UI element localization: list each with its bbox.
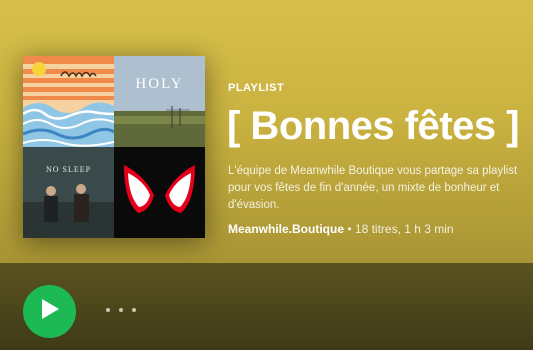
playlist-stats: 18 titres, 1 h 3 min: [354, 222, 454, 236]
playlist-title: [ Bonnes fêtes ]: [227, 104, 520, 148]
spider-mask-album-art: [114, 147, 205, 238]
meta-separator: •: [344, 222, 355, 236]
action-bar-background: [0, 263, 533, 350]
playlist-description: L'équipe de Meanwhile Boutique vous part…: [228, 165, 518, 211]
no-sleep-album-title: NO SLEEP: [45, 165, 92, 174]
holy-album-art: HOLY: [114, 56, 205, 147]
sunset-waves-art: [23, 56, 114, 147]
no-sleep-album-art: NO SLEEP: [23, 147, 114, 238]
play-icon: [40, 298, 60, 325]
playlist-cover-mosaic: HOLY NO SLEEP: [23, 56, 205, 238]
more-options-icon-dot: [119, 308, 123, 312]
playlist-meta: Meanwhile.Boutique • 18 titres, 1 h 3 mi…: [228, 222, 454, 236]
owner-link[interactable]: Meanwhile.Boutique: [228, 222, 344, 236]
more-options-icon-dot: [132, 308, 136, 312]
holy-album-title: HOLY: [135, 76, 184, 92]
play-button[interactable]: [23, 285, 76, 338]
more-options-button[interactable]: [106, 300, 136, 320]
playlist-type-label: PLAYLIST: [228, 82, 285, 94]
more-options-icon-dot: [106, 308, 110, 312]
